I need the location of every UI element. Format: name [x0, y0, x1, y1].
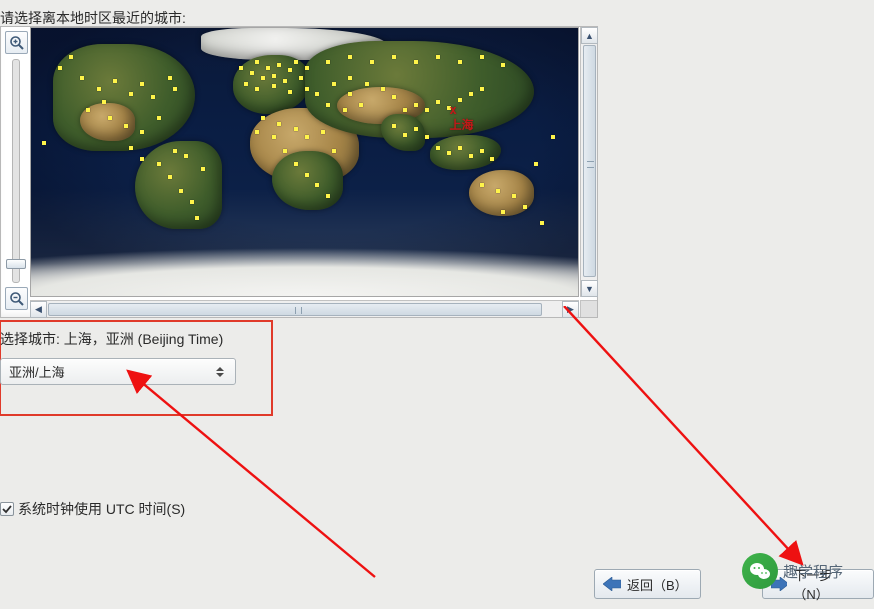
- combobox-spinner-icon: [212, 361, 227, 383]
- utc-checkbox[interactable]: [0, 502, 14, 516]
- back-button[interactable]: 返回（B）: [594, 569, 701, 599]
- map-scrollbar-horizontal[interactable]: ◀ ▶: [30, 300, 579, 317]
- zoom-in-button[interactable]: [5, 31, 28, 54]
- zoom-slider-thumb[interactable]: [6, 259, 26, 269]
- scroll-thumb-v[interactable]: [583, 45, 596, 277]
- scroll-thumb-h[interactable]: [48, 303, 542, 316]
- world-map[interactable]: x 上海: [30, 27, 579, 297]
- timezone-value: 亚洲/上海: [9, 362, 212, 381]
- prompt-label: 请选择离本地时区最近的城市:: [0, 8, 186, 28]
- scroll-right-icon[interactable]: ▶: [562, 301, 579, 318]
- scroll-corner: [580, 300, 597, 317]
- selected-city-label: 选择城市: 上海，亚洲 (Beijing Time): [0, 329, 223, 349]
- arrow-left-icon: [603, 577, 621, 591]
- zoom-slider-track[interactable]: [12, 59, 20, 283]
- map-scrollbar-vertical[interactable]: ▲ ▼: [580, 27, 597, 297]
- arrow-right-icon: [771, 577, 787, 591]
- next-button[interactable]: 下一步（N）: [762, 569, 874, 599]
- map-frame: x 上海 ▲ ▼ ◀ ▶: [0, 26, 598, 318]
- scroll-up-icon[interactable]: ▲: [581, 27, 598, 44]
- utc-checkbox-label: 系统时钟使用 UTC 时间(S): [18, 499, 185, 519]
- city-dots: [31, 28, 578, 296]
- zoom-out-button[interactable]: [5, 287, 28, 310]
- scroll-down-icon[interactable]: ▼: [581, 280, 598, 297]
- scroll-left-icon[interactable]: ◀: [30, 301, 47, 318]
- timezone-combobox[interactable]: 亚洲/上海: [0, 358, 236, 385]
